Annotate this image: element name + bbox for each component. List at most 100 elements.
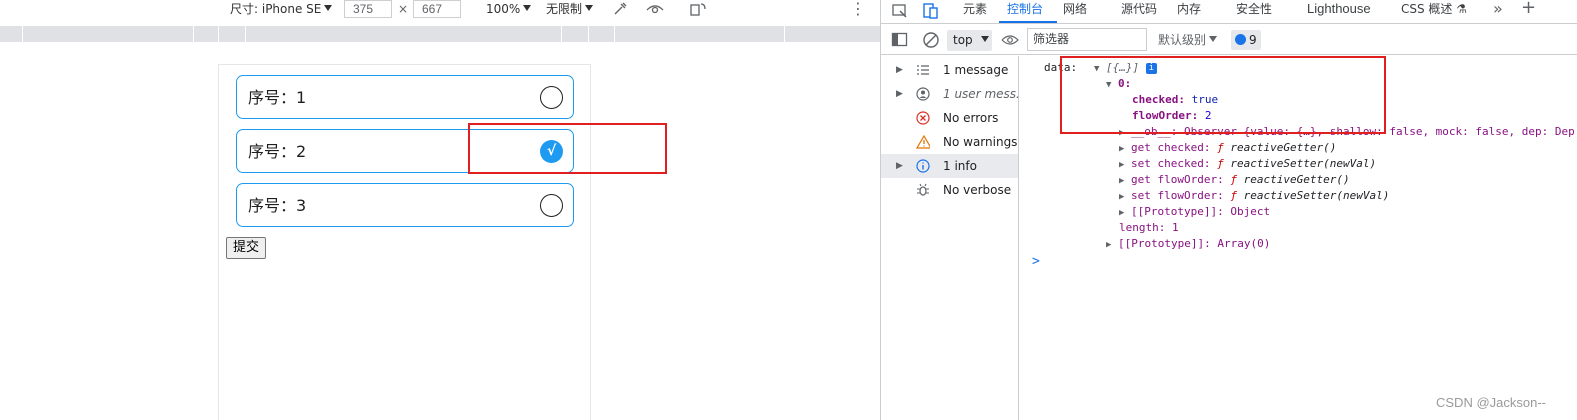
tab-sources[interactable]: 源代码 [1121,0,1157,23]
sidebar-item-messages[interactable]: ▶ 1 message [881,58,1018,82]
active-tab-indicator [999,21,1057,23]
function-icon: ƒ [1230,189,1238,202]
device-emulation-area: 尺寸: iPhone SE 375 × 667 100% 无限制 ⋮ 序号：1 … [0,0,880,420]
sidebar-item-user-messages[interactable]: ▶ 1 user mess... [881,82,1027,106]
tab-console[interactable]: 控制台 [1007,0,1043,23]
chevron-down-icon [523,5,532,11]
expand-arrow-icon: ▶ [1119,192,1125,202]
expand-arrow-icon: ▶ [896,161,903,171]
sidebar-item-info[interactable]: ▶ 1 info [881,154,1018,178]
sidebar-item-errors[interactable]: No errors [881,106,1018,130]
issues-count: 9 [1249,33,1257,47]
tab-memory[interactable]: 内存 [1177,0,1201,23]
emulation-toolbar: 尺寸: iPhone SE 375 × 667 100% 无限制 ⋮ [0,0,880,24]
getter-checked[interactable]: ▶ get checked: ƒ reactiveGetter() [1119,140,1336,157]
console-sidebar: ▶ 1 message ▶ 1 user mess... No errors N… [881,56,1027,420]
prop-key: get checked: [1131,141,1211,154]
tab-lighthouse[interactable]: Lighthouse [1307,0,1371,23]
prototype-array[interactable]: ▶ [[Prototype]]: Array(0) [1106,236,1270,253]
sidebar-item-label: 1 user mess... [943,87,1028,101]
tab-network[interactable]: 网络 [1063,0,1087,23]
clear-console-icon[interactable] [922,31,940,49]
radio-unchecked[interactable] [540,86,563,109]
warning-icon [916,135,930,149]
prototype-object[interactable]: ▶ [[Prototype]]: Object [1119,204,1270,221]
sidebar-item-label: 1 message [943,63,1009,77]
expand-arrow-icon: ▶ [1119,160,1125,170]
tab-css-overview[interactable]: CSS 概述 ⚗ [1401,0,1467,23]
zoom-select[interactable]: 100% [486,0,532,18]
chevron-down-icon [585,5,594,11]
context-label: top [953,33,973,47]
setter-floworder[interactable]: ▶ set flowOrder: ƒ reactiveSetter(newVal… [1119,188,1389,205]
inspect-icon[interactable] [891,3,909,19]
fn-name: reactiveGetter() [1243,173,1350,186]
eye-icon[interactable] [646,1,664,17]
expand-arrow-icon: ▶ [1119,208,1125,218]
levels-label: 默认级别 [1158,33,1207,47]
prop-text: [[Prototype]]: Array(0) [1118,237,1271,250]
prop-key: get flowOrder: [1131,173,1224,186]
setter-checked[interactable]: ▶ set checked: ƒ reactiveSetter(newVal) [1119,156,1376,173]
width-input[interactable]: 375 [344,0,392,18]
zoom-label: 100% [486,2,521,16]
media-query-bar[interactable] [0,26,880,42]
filter-input[interactable]: 筛选器 [1027,28,1147,51]
info-icon [916,159,930,173]
times-sign: × [398,2,409,16]
fn-name: reactiveSetter(newVal) [1243,189,1390,202]
tab-elements[interactable]: 元素 [963,0,987,23]
error-icon [916,111,930,125]
item-label: 序号：1 [248,88,307,107]
live-expression-eye-icon[interactable] [1001,33,1019,47]
device-select[interactable]: 尺寸: iPhone SE [230,0,333,18]
tab-security[interactable]: 安全性 [1236,0,1272,23]
getter-floworder[interactable]: ▶ get flowOrder: ƒ reactiveGetter() [1119,172,1350,189]
sidebar-item-verbose[interactable]: No verbose [881,178,1018,202]
expand-arrow-icon: ▶ [896,89,903,99]
more-icon[interactable]: ⋮ [850,0,866,18]
console-prompt[interactable]: > [1032,254,1040,269]
context-select[interactable]: top [947,30,992,51]
prop-length: length: 1 [1119,221,1179,234]
submit-button[interactable]: 提交 [226,237,267,259]
prop-key: set checked: [1131,157,1211,170]
list-item[interactable]: 序号：3 [236,183,574,227]
sidebar-toggle-icon[interactable] [891,32,909,48]
device-toggle-icon[interactable] [922,2,940,20]
prop-text: [[Prototype]]: Object [1131,205,1271,218]
fn-name: reactiveGetter() [1230,141,1337,154]
sidebar-item-label: No errors [943,111,999,125]
expand-arrow-icon: ▶ [896,65,903,75]
function-icon: ƒ [1230,173,1238,186]
throttle-label: 无限制 [546,2,583,16]
item-label: 序号：2 [248,142,307,161]
more-tabs-icon[interactable]: » [1493,0,1503,23]
bug-icon [917,183,929,196]
devtools-tabbar: 元素 控制台 网络 源代码 内存 安全性 Lighthouse CSS 概述 ⚗… [881,0,1577,24]
height-input[interactable]: 667 [413,0,461,18]
annotation-box [1060,56,1386,134]
expand-arrow-icon: ▶ [1119,176,1125,186]
eyedropper-icon[interactable] [612,1,628,17]
function-icon: ƒ [1217,157,1224,170]
watermark: CSDN @Jackson-- [1436,395,1546,410]
device-viewport: 序号：1 序号：2 √ 序号：3 提交 [218,64,591,420]
sidebar-item-label: No warnings [943,135,1018,149]
prop-key: set flowOrder: [1131,189,1224,202]
device-label: 尺寸: iPhone SE [230,2,322,16]
sidebar-item-warnings[interactable]: No warnings [881,130,1018,154]
rotate-icon[interactable] [689,1,707,17]
expand-arrow-icon: ▶ [1119,144,1125,154]
sidebar-item-label: No verbose [943,183,1012,197]
list-item[interactable]: 序号：1 [236,75,574,119]
radio-unchecked[interactable] [540,194,563,217]
issue-icon [1235,34,1246,45]
throttle-select[interactable]: 无限制 [546,0,594,18]
list-icon [917,65,929,75]
fn-name: reactiveSetter(newVal) [1230,157,1377,170]
add-tab-icon[interactable]: + [1521,0,1536,23]
expand-arrow-icon: ▶ [1106,240,1112,250]
issues-badge[interactable]: 9 [1231,30,1261,50]
log-levels-select[interactable]: 默认级别 [1158,32,1218,48]
